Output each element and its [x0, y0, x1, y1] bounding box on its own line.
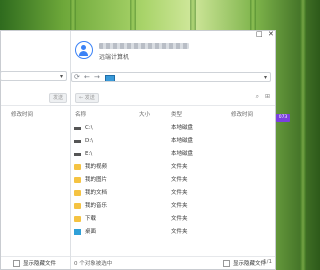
desktop-icon — [74, 229, 81, 235]
file-row[interactable]: 下载 文件夹 — [71, 214, 275, 224]
file-type: 文件夹 — [171, 177, 188, 183]
file-row[interactable]: 我的图片 文件夹 — [71, 175, 275, 185]
search-icon[interactable]: ⌕ — [256, 93, 259, 101]
drive-icon — [74, 140, 81, 143]
folder-icon — [74, 164, 81, 170]
checkbox-icon — [13, 260, 20, 267]
drive-icon — [74, 127, 81, 130]
file-name: D:\ — [85, 138, 93, 144]
file-type: 文件夹 — [171, 164, 188, 170]
file-row[interactable]: 我的视频 文件夹 — [71, 162, 275, 172]
side-badge[interactable]: 073 — [276, 114, 290, 122]
file-row[interactable]: 我的音乐 文件夹 — [71, 201, 275, 211]
column-name[interactable]: 名称 — [75, 111, 86, 119]
local-pane: ▾ 发送 修改时间 显示隐藏文件 — [0, 31, 71, 269]
forward-icon[interactable]: → — [94, 73, 100, 81]
remote-send-button[interactable]: ← 发送 — [75, 93, 99, 103]
folder-icon — [74, 190, 81, 196]
column-size[interactable]: 大小 — [139, 111, 150, 119]
chevron-down-icon: ▾ — [59, 73, 63, 80]
local-send-button[interactable]: 发送 — [48, 93, 67, 103]
page-indicator: 1/1 — [263, 259, 272, 265]
selection-status: 0 个对象被选中 — [74, 261, 113, 267]
file-type: 文件夹 — [171, 216, 188, 222]
chevron-down-icon: ▾ — [263, 74, 267, 81]
checkbox-icon — [223, 260, 230, 267]
local-footer: 显示隐藏文件 — [1, 256, 70, 269]
remote-footer: 0 个对象被选中 显示隐藏文件 1/1 — [71, 256, 275, 269]
file-type: 文件夹 — [171, 229, 188, 235]
column-modified[interactable]: 修改时间 — [11, 111, 33, 119]
remote-device-name-redacted — [99, 43, 189, 49]
file-type: 文件夹 — [171, 190, 188, 196]
divider — [1, 105, 70, 106]
file-row[interactable]: E:\ 本地磁盘 — [71, 149, 275, 159]
file-name: C:\ — [85, 125, 93, 131]
file-name: 我的音乐 — [85, 203, 108, 209]
column-modified[interactable]: 修改时间 — [231, 111, 253, 119]
drive-icon — [74, 153, 81, 156]
file-name: 下载 — [85, 216, 97, 222]
file-transfer-window: □ ✕ ▾ 发送 修改时间 显示隐藏文件 远端计算机 ⟳ ← → ▾ ← 发送 … — [0, 30, 276, 270]
file-type: 本地磁盘 — [171, 138, 194, 144]
remote-path-bar[interactable]: ▾ — [71, 72, 271, 82]
file-type: 本地磁盘 — [171, 151, 194, 157]
avatar — [75, 41, 93, 59]
file-row[interactable]: D:\ 本地磁盘 — [71, 136, 275, 146]
new-folder-icon[interactable]: ⊞ — [265, 93, 270, 100]
file-row[interactable]: 桌面 文件夹 — [71, 227, 275, 237]
folder-icon — [74, 216, 81, 222]
folder-icon — [74, 203, 81, 209]
back-icon[interactable]: ← — [84, 73, 90, 81]
file-row[interactable]: 我的文档 文件夹 — [71, 188, 275, 198]
file-type: 文件夹 — [171, 203, 188, 209]
refresh-icon[interactable]: ⟳ — [74, 73, 80, 81]
computer-icon — [105, 75, 115, 82]
file-name: 我的视频 — [85, 164, 108, 170]
file-row[interactable]: C:\ 本地磁盘 — [71, 123, 275, 133]
show-hidden-toggle[interactable]: 显示隐藏文件 — [13, 259, 56, 267]
column-type[interactable]: 类型 — [171, 111, 182, 119]
file-type: 本地磁盘 — [171, 125, 194, 131]
file-name: E:\ — [85, 151, 93, 157]
remote-device-label: 远端计算机 — [99, 54, 130, 61]
folder-icon — [74, 177, 81, 183]
file-name: 桌面 — [85, 229, 97, 235]
file-name: 我的文档 — [85, 190, 108, 196]
remote-pane: 远端计算机 ⟳ ← → ▾ ← 发送 ⌕ ⊞ 名称 大小 类型 修改时间 C:\… — [71, 31, 275, 269]
show-hidden-toggle[interactable]: 显示隐藏文件 — [223, 259, 266, 267]
file-name: 我的图片 — [85, 177, 108, 183]
local-path-dropdown[interactable]: ▾ — [0, 71, 67, 81]
divider — [71, 105, 275, 106]
